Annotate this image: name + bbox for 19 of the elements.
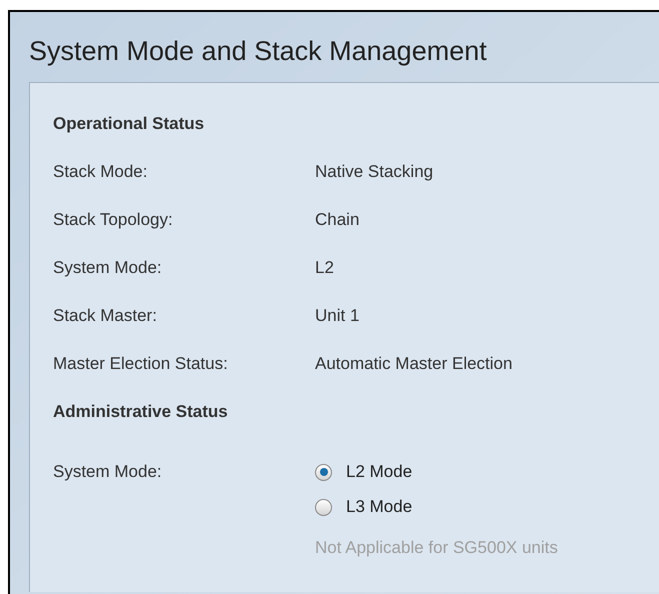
radio-option[interactable]: L3 Mode [315, 496, 412, 518]
field-label: Stack Topology: [53, 209, 174, 231]
section-heading: Administrative Status [53, 401, 228, 423]
field-label: System Mode: [53, 461, 163, 483]
field-label: System Mode: [53, 257, 163, 279]
field-value: Unit 1 [315, 305, 360, 327]
section-heading: Operational Status [53, 113, 204, 135]
page-title: System Mode and Stack Management [29, 38, 487, 68]
field-label: Stack Master: [53, 305, 158, 327]
field-label: Stack Mode: [53, 161, 148, 183]
radio-option[interactable]: L2 Mode [315, 461, 412, 483]
note-text: Not Applicable for SG500X units [315, 537, 558, 559]
radio-button[interactable] [315, 464, 332, 480]
field-value: L2 [315, 257, 334, 279]
field-label: Master Election Status: [53, 353, 229, 375]
field-value: Automatic Master Election [315, 353, 512, 375]
field-value: Native Stacking [315, 161, 434, 183]
radio-button[interactable] [315, 498, 332, 516]
field-value: Chain [315, 209, 360, 231]
